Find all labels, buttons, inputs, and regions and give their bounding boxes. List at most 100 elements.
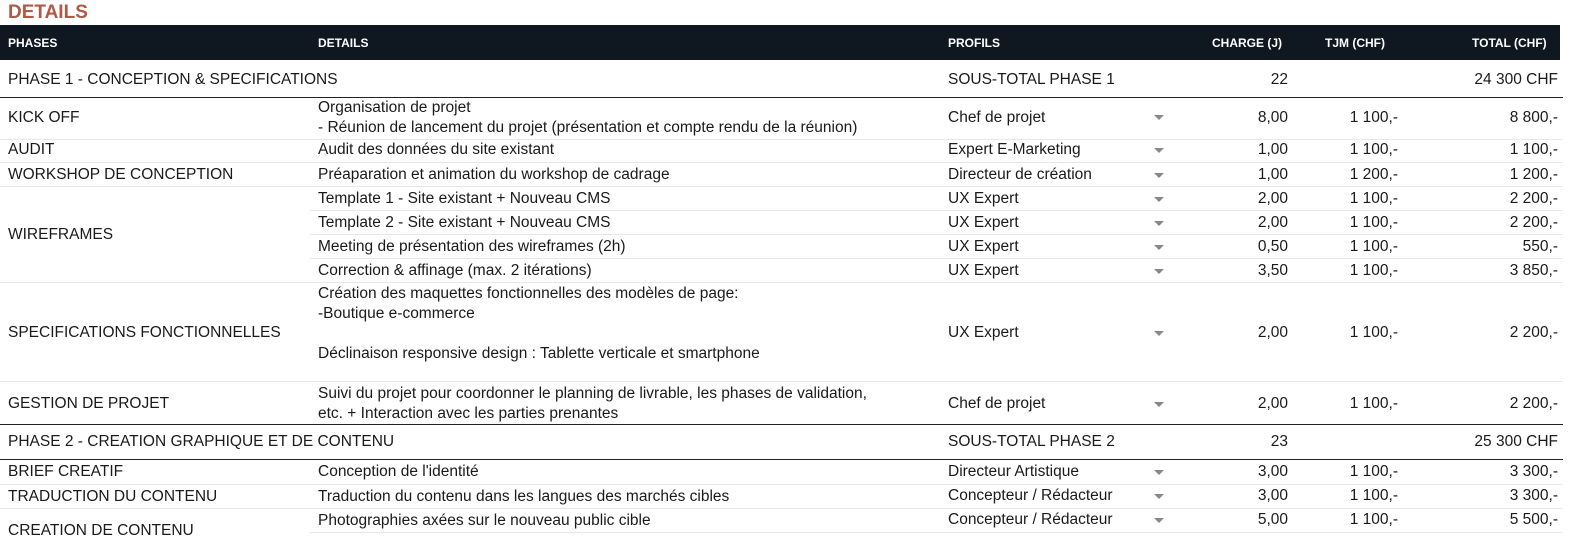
wireframe-item-detail: Correction & affinage (max. 2 itérations… [318,262,592,279]
row-audit-detail: Audit des données du site existant [318,141,555,158]
row-kickoff-tjm: 1 100,- [1349,109,1398,126]
row-gestion-detail-2: etc. + Interaction avec les parties pren… [318,405,619,422]
row-specs-detail-2: -Boutique e-commerce [318,305,475,322]
phase-1-subtotal-label: SOUS-TOTAL PHASE 1 [948,71,1115,88]
row-brief-total: 3 300,- [1509,463,1558,480]
divider [0,186,1563,187]
row-brief-charge: 3,00 [1257,463,1288,480]
section-title: DETAILS [8,2,88,23]
row-brief-detail: Conception de l'identité [318,463,479,480]
caret-down-icon[interactable] [1154,402,1164,407]
divider [310,258,1563,259]
caret-down-icon[interactable] [1154,245,1164,250]
divider [0,484,1563,485]
caret-down-icon[interactable] [1154,197,1164,202]
phase-1-charge: 22 [1270,71,1288,88]
phase-1-name: PHASE 1 - CONCEPTION & SPECIFICATIONS [8,71,338,88]
divider [310,234,1563,235]
row-workshop-total: 1 200,- [1509,166,1558,183]
wireframe-item-charge: 0,50 [1257,238,1288,255]
row-specs-detail-3: Déclinaison responsive design : Tablette… [318,345,760,362]
divider [0,424,1563,425]
row-kickoff-profil[interactable]: Chef de projet [948,108,1045,128]
wireframe-item-total: 2 200,- [1509,190,1558,207]
wireframe-item-detail: Template 1 - Site existant + Nouveau CMS [318,190,611,207]
wireframe-item-charge: 2,00 [1257,190,1288,207]
row-traduction-detail: Traduction du contenu dans les langues d… [318,488,730,505]
row-gestion-profil[interactable]: Chef de projet [948,394,1045,414]
wireframe-item-detail: Meeting de présentation des wireframes (… [318,238,626,255]
row-creation-tjm: 1 100,- [1349,511,1398,528]
row-traduction-profil[interactable]: Concepteur / Rédacteur [948,486,1113,506]
wireframe-item-profil[interactable]: UX Expert [948,213,1019,233]
caret-down-icon[interactable] [1154,221,1164,226]
row-workshop-charge: 1,00 [1257,166,1288,183]
row-specs-total: 2 200,- [1509,324,1558,341]
row-kickoff-detail-1: Organisation de projet [318,99,471,116]
phase-1-total: 24 300 CHF [1474,71,1558,88]
row-gestion-phase: GESTION DE PROJET [8,395,170,412]
row-kickoff-total: 8 800,- [1509,109,1558,126]
header-phases: PHASES [8,36,58,50]
row-kickoff-phase: KICK OFF [8,109,80,126]
phase-2-charge: 23 [1270,433,1288,450]
row-workshop-phase: WORKSHOP DE CONCEPTION [8,166,234,183]
divider [310,210,1563,211]
header-total: TOTAL (CHF) [1472,36,1547,50]
caret-down-icon[interactable] [1154,269,1164,274]
caret-down-icon[interactable] [1154,115,1164,120]
row-audit-phase: AUDIT [8,141,55,158]
row-kickoff-charge: 8,00 [1257,109,1288,126]
caret-down-icon[interactable] [1154,494,1164,499]
row-brief-phase: BRIEF CREATIF [8,463,124,480]
row-gestion-total: 2 200,- [1509,395,1558,412]
phase-2-name: PHASE 2 - CREATION GRAPHIQUE ET DE CONTE… [8,433,395,450]
row-gestion-detail-1: Suivi du projet pour coordonner le plann… [318,385,867,402]
row-traduction-phase: TRADUCTION DU CONTENU [8,488,218,505]
phase-2-subtotal-label: SOUS-TOTAL PHASE 2 [948,433,1115,450]
wireframe-item-total: 3 850,- [1509,262,1558,279]
row-audit-profil[interactable]: Expert E-Marketing [948,140,1081,160]
row-specs-profil[interactable]: UX Expert [948,323,1019,343]
divider [0,381,1563,382]
row-workshop-profil[interactable]: Directeur de création [948,165,1092,185]
wireframe-item-total: 2 200,- [1509,214,1558,231]
row-specs-charge: 2,00 [1257,324,1288,341]
wireframe-item-profil[interactable]: UX Expert [948,189,1019,209]
caret-down-icon[interactable] [1154,518,1164,523]
row-creation-total: 5 500,- [1509,511,1558,528]
divider [310,532,1563,533]
caret-down-icon[interactable] [1154,331,1164,336]
divider [0,282,1563,283]
row-brief-profil[interactable]: Directeur Artistique [948,462,1079,482]
phase-2-total: 25 300 CHF [1474,433,1558,450]
row-kickoff-detail-2: - Réunion de lancement du projet (présen… [318,119,858,136]
caret-down-icon[interactable] [1154,148,1164,153]
wireframe-item-tjm: 1 100,- [1349,238,1398,255]
row-audit-charge: 1,00 [1257,141,1288,158]
row-audit-total: 1 100,- [1509,141,1558,158]
row-audit-tjm: 1 100,- [1349,141,1398,158]
row-workshop-tjm: 1 200,- [1349,166,1398,183]
table-header: PHASES DETAILS PROFILS CHARGE (J) TJM (C… [0,25,1560,60]
row-specs-detail-1: Création des maquettes fonctionnelles de… [318,285,739,302]
wireframe-item-profil[interactable]: UX Expert [948,237,1019,257]
wireframe-item-tjm: 1 100,- [1349,262,1398,279]
row-specs-tjm: 1 100,- [1349,324,1398,341]
caret-down-icon[interactable] [1154,470,1164,475]
header-charge: CHARGE (J) [1212,36,1283,50]
row-traduction-charge: 3,00 [1257,487,1288,504]
row-creation-charge: 5,00 [1257,511,1288,528]
wireframe-item-charge: 2,00 [1257,214,1288,231]
wireframe-item-tjm: 1 100,- [1349,214,1398,231]
row-creation-profil[interactable]: Concepteur / Rédacteur [948,510,1113,530]
row-creation-detail: Photographies axées sur le nouveau publi… [318,512,651,529]
wireframe-item-profil[interactable]: UX Expert [948,261,1019,281]
header-tjm: TJM (CHF) [1325,36,1385,50]
row-wireframes-phase: WIREFRAMES [8,226,114,243]
row-gestion-charge: 2,00 [1257,395,1288,412]
header-profils: PROFILS [948,36,1001,50]
caret-down-icon[interactable] [1154,173,1164,178]
divider [0,508,1563,509]
row-traduction-tjm: 1 100,- [1349,487,1398,504]
